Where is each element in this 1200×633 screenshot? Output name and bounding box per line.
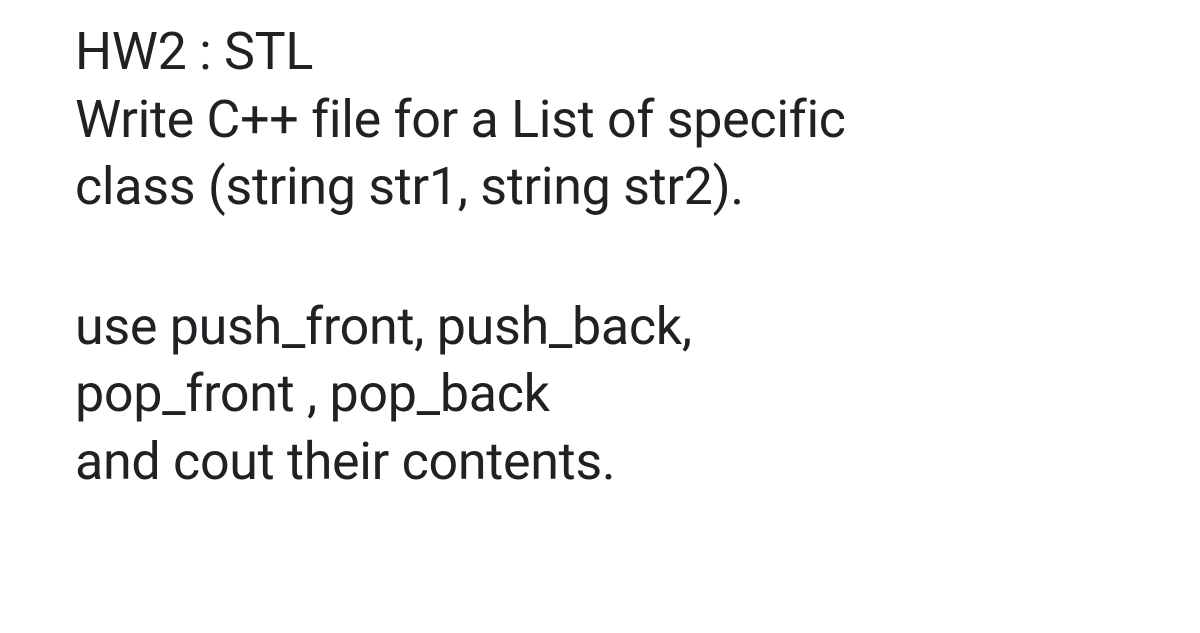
line-3: class (string str1, string str2). <box>75 153 1125 221</box>
paragraph-1: HW2 : STL Write C++ file for a List of s… <box>75 18 1125 221</box>
line-6: and cout their contents. <box>75 428 1125 496</box>
line-5: pop_front , pop_back <box>75 360 1125 428</box>
line-4: use push_front, push_back, <box>75 293 1125 361</box>
line-2: Write C++ file for a List of specific <box>75 86 1125 154</box>
paragraph-2: use push_front, push_back, pop_front , p… <box>75 293 1125 496</box>
line-1: HW2 : STL <box>75 18 1125 86</box>
